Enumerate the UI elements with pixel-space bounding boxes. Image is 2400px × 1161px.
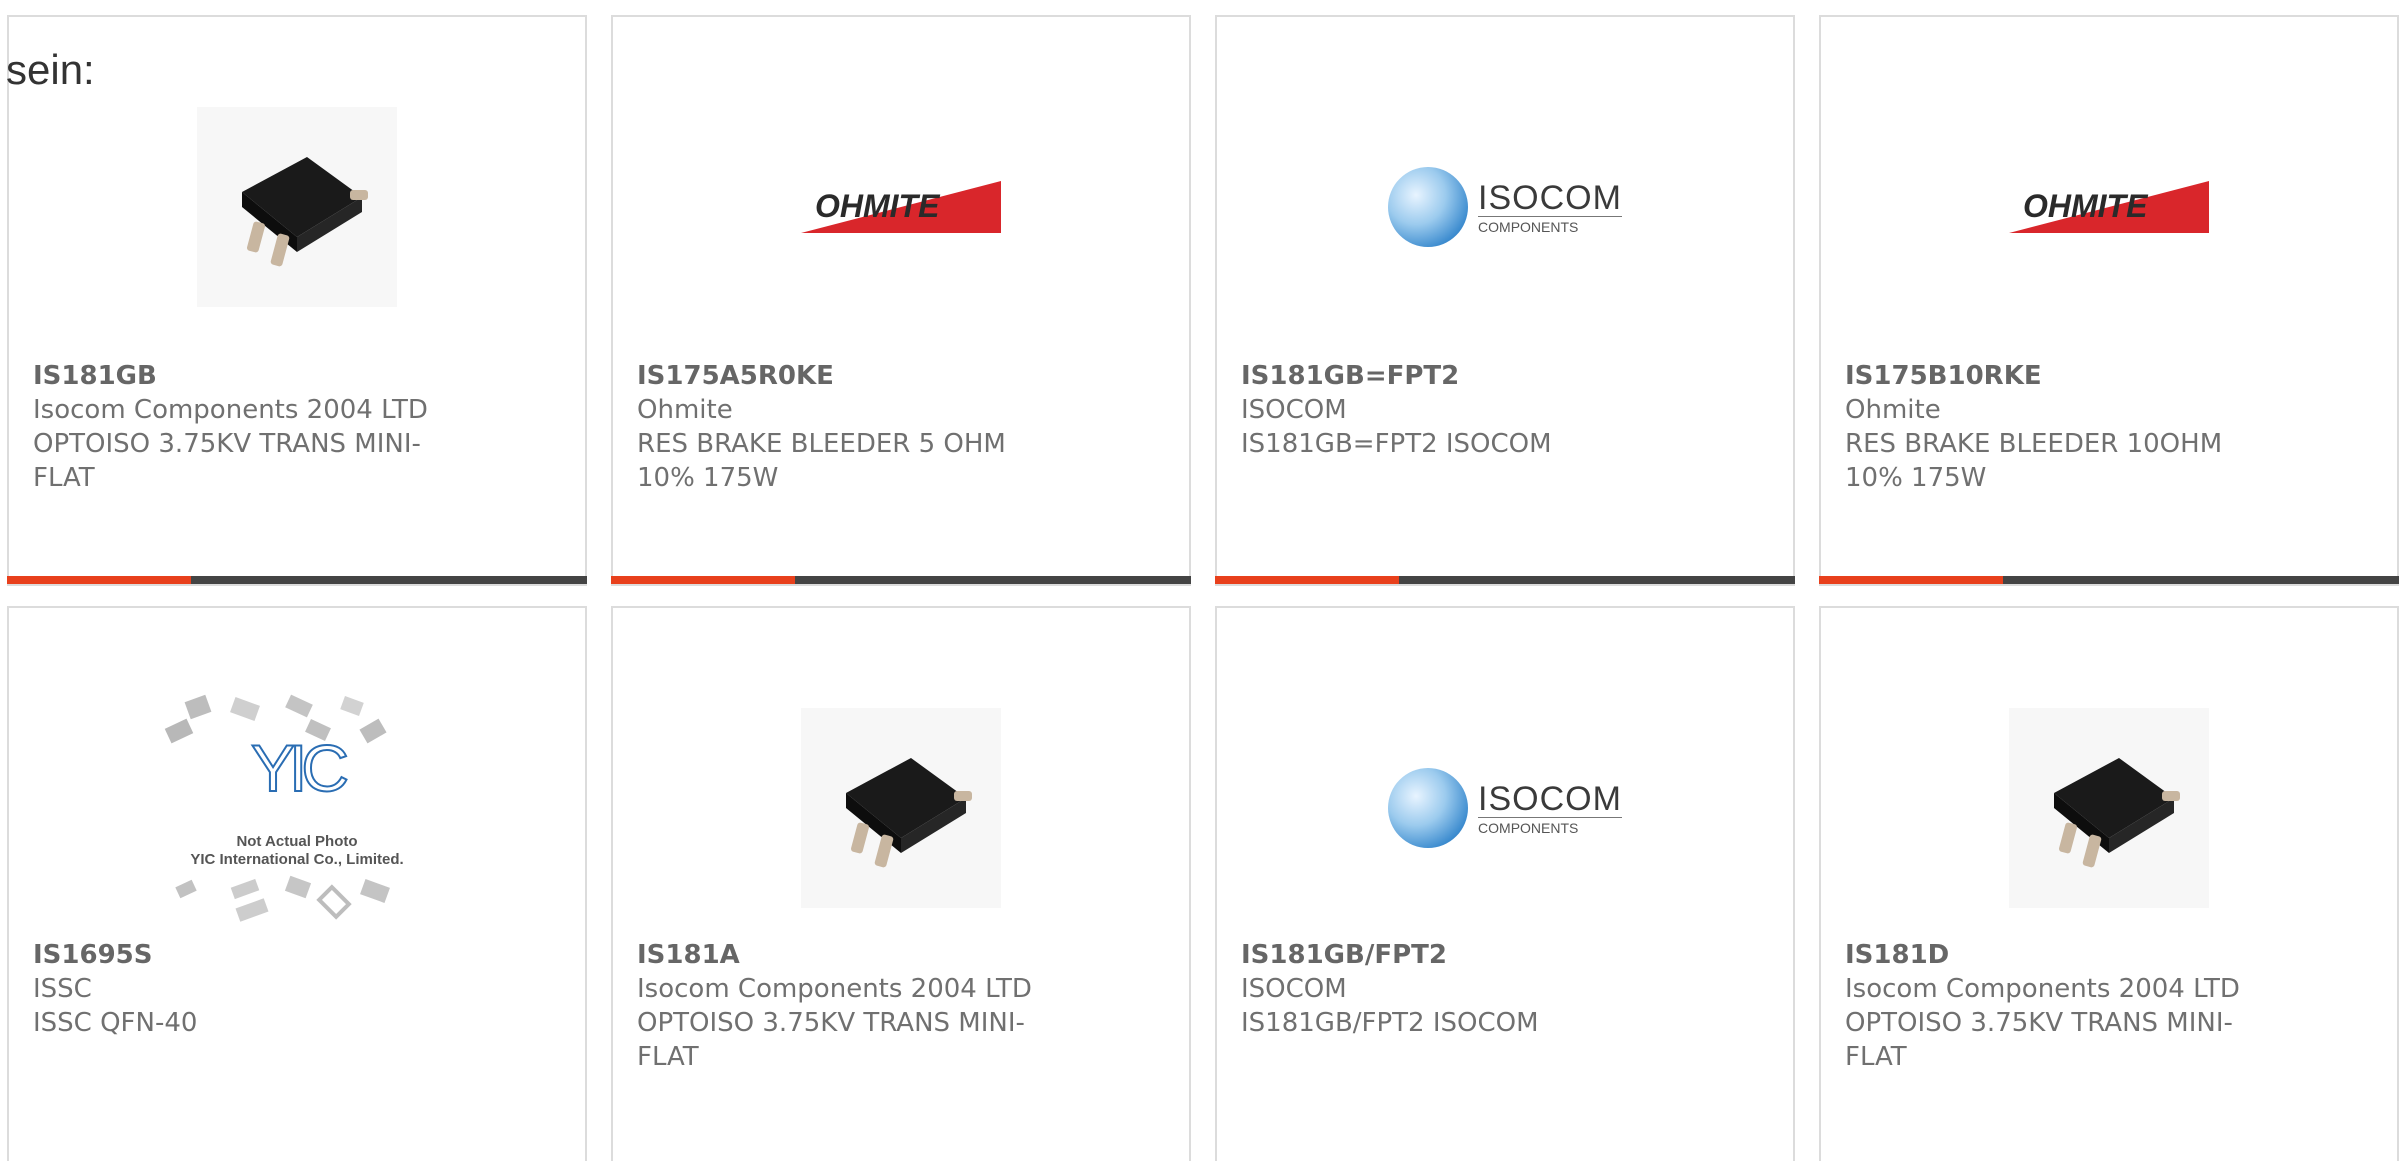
product-image[interactable]: ISOCOM COMPONENTS [1217,77,1793,337]
product-image[interactable] [613,678,1189,938]
chip-photo-icon [197,107,397,307]
manufacturer: Isocom Components 2004 LTD [1845,974,2240,1004]
product-card[interactable]: OHMITE IS175A5R0KE Ohmite RES BRAKE BLEE… [611,15,1191,586]
product-info: IS181GB/FPT2 ISOCOM IS181GB/FPT2 ISOCOM [1241,938,1661,1040]
isocom-name: ISOCOM [1478,779,1622,818]
part-number[interactable]: IS175A5R0KE [637,359,1057,393]
product-image[interactable]: OHMITE [613,77,1189,337]
manufacturer: ISOCOM [1241,395,1347,425]
bar-accent [611,576,795,584]
part-number[interactable]: IS175B10RKE [1845,359,2265,393]
description: ISSC QFN-40 [33,1008,198,1038]
isocom-logo-icon: ISOCOM COMPONENTS [1388,768,1622,848]
product-card[interactable]: ISOCOM COMPONENTS IS181GB/FPT2 ISOCOM IS… [1215,606,1795,1161]
isocom-name: ISOCOM [1478,178,1622,217]
product-card[interactable]: IS181GB Isocom Components 2004 LTD OPTOI… [7,15,587,586]
card-bottom-bar [7,576,587,584]
part-number[interactable]: IS181A [637,938,1057,972]
isocom-wordmark: ISOCOM COMPONENTS [1478,781,1622,836]
intro-text: sein: [6,46,95,93]
bar-accent [7,576,191,584]
part-number[interactable]: IS181GB/FPT2 [1241,938,1661,972]
description: RES BRAKE BLEEDER 5 OHM 10% 175W [637,429,1006,493]
product-info: IS175B10RKE Ohmite RES BRAKE BLEEDER 10O… [1845,359,2265,495]
product-info: IS181GB=FPT2 ISOCOM IS181GB=FPT2 ISOCOM [1241,359,1661,461]
description: RES BRAKE BLEEDER 10OHM 10% 175W [1845,429,2223,493]
part-number[interactable]: IS181D [1845,938,2265,972]
manufacturer: Isocom Components 2004 LTD [33,395,428,425]
product-grid-row-2: YIC Not Actual Photo YIC International C… [7,606,2400,1161]
isocom-logo-icon: ISOCOM COMPONENTS [1388,167,1622,247]
card-bottom-bar [1819,576,2399,584]
ohmite-logo-icon: OHMITE [2009,181,2209,233]
manufacturer: Ohmite [637,395,733,425]
manufacturer: ISOCOM [1241,974,1347,1004]
product-info: IS181A Isocom Components 2004 LTD OPTOIS… [637,938,1057,1074]
bar-accent [1819,576,2003,584]
product-card[interactable]: IS181A Isocom Components 2004 LTD OPTOIS… [611,606,1191,1161]
isocom-sub: COMPONENTS [1478,816,1622,836]
card-bottom-bar [1215,576,1795,584]
product-info: IS181GB Isocom Components 2004 LTD OPTOI… [33,359,453,495]
isocom-sub: COMPONENTS [1478,215,1622,235]
ohmite-wordmark: OHMITE [815,188,941,224]
bar-accent [1215,576,1399,584]
part-number[interactable]: IS1695S [33,938,453,972]
product-image[interactable]: ISOCOM COMPONENTS [1217,678,1793,938]
description: IS181GB/FPT2 ISOCOM [1241,1008,1539,1038]
globe-icon [1388,167,1469,247]
description: OPTOISO 3.75KV TRANS MINI-FLAT [637,1008,1025,1072]
product-info: IS175A5R0KE Ohmite RES BRAKE BLEEDER 5 O… [637,359,1057,495]
ohmite-wordmark: OHMITE [2023,188,2149,224]
product-image[interactable]: YIC Not Actual Photo YIC International C… [9,678,585,938]
product-card[interactable]: OHMITE IS175B10RKE Ohmite RES BRAKE BLEE… [1819,15,2399,586]
isocom-wordmark: ISOCOM COMPONENTS [1478,180,1622,235]
page: sein: IS181GB Isocom Components 2004 LTD… [0,0,2400,1161]
product-card[interactable]: YIC Not Actual Photo YIC International C… [7,606,587,1161]
description: OPTOISO 3.75KV TRANS MINI-FLAT [1845,1008,2233,1072]
globe-icon [1388,768,1469,848]
product-image[interactable] [1821,678,2397,938]
yic-caption-2: YIC International Co., Limited. [190,851,404,868]
product-image[interactable] [9,77,585,337]
product-info: IS1695S ISSC ISSC QFN-40 [33,938,453,1040]
part-number[interactable]: IS181GB=FPT2 [1241,359,1661,393]
description: OPTOISO 3.75KV TRANS MINI-FLAT [33,429,421,493]
part-number[interactable]: IS181GB [33,359,453,393]
manufacturer: ISSC [33,974,92,1004]
product-info: IS181D Isocom Components 2004 LTD OPTOIS… [1845,938,2265,1074]
yic-mark: YIC [250,731,350,805]
product-grid: IS181GB Isocom Components 2004 LTD OPTOI… [7,15,2400,586]
card-bottom-bar [611,576,1191,584]
product-card[interactable]: ISOCOM COMPONENTS IS181GB=FPT2 ISOCOM IS… [1215,15,1795,586]
manufacturer: Ohmite [1845,395,1941,425]
product-card[interactable]: IS181D Isocom Components 2004 LTD OPTOIS… [1819,606,2399,1161]
yic-placeholder-icon: YIC Not Actual Photo YIC International C… [157,683,437,933]
manufacturer: Isocom Components 2004 LTD [637,974,1032,1004]
chip-photo-icon [2009,708,2209,908]
yic-caption-1: Not Actual Photo [236,833,358,850]
description: IS181GB=FPT2 ISOCOM [1241,429,1552,459]
chip-photo-icon [801,708,1001,908]
product-image[interactable]: OHMITE [1821,77,2397,337]
ohmite-logo-icon: OHMITE [801,181,1001,233]
